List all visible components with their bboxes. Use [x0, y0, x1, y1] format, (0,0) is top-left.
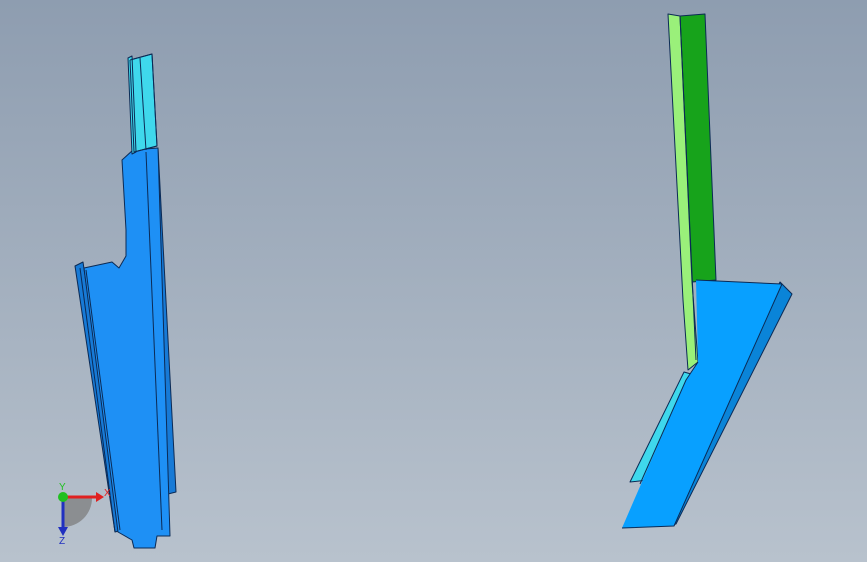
triad-y-axis [58, 492, 68, 502]
triad-z-label: Z [59, 536, 65, 547]
triad-y-label: Y [59, 482, 66, 493]
model-scene[interactable]: X Y Z [0, 0, 867, 562]
triad-x-label: X [104, 488, 111, 499]
3d-viewport[interactable]: X Y Z [0, 0, 867, 562]
